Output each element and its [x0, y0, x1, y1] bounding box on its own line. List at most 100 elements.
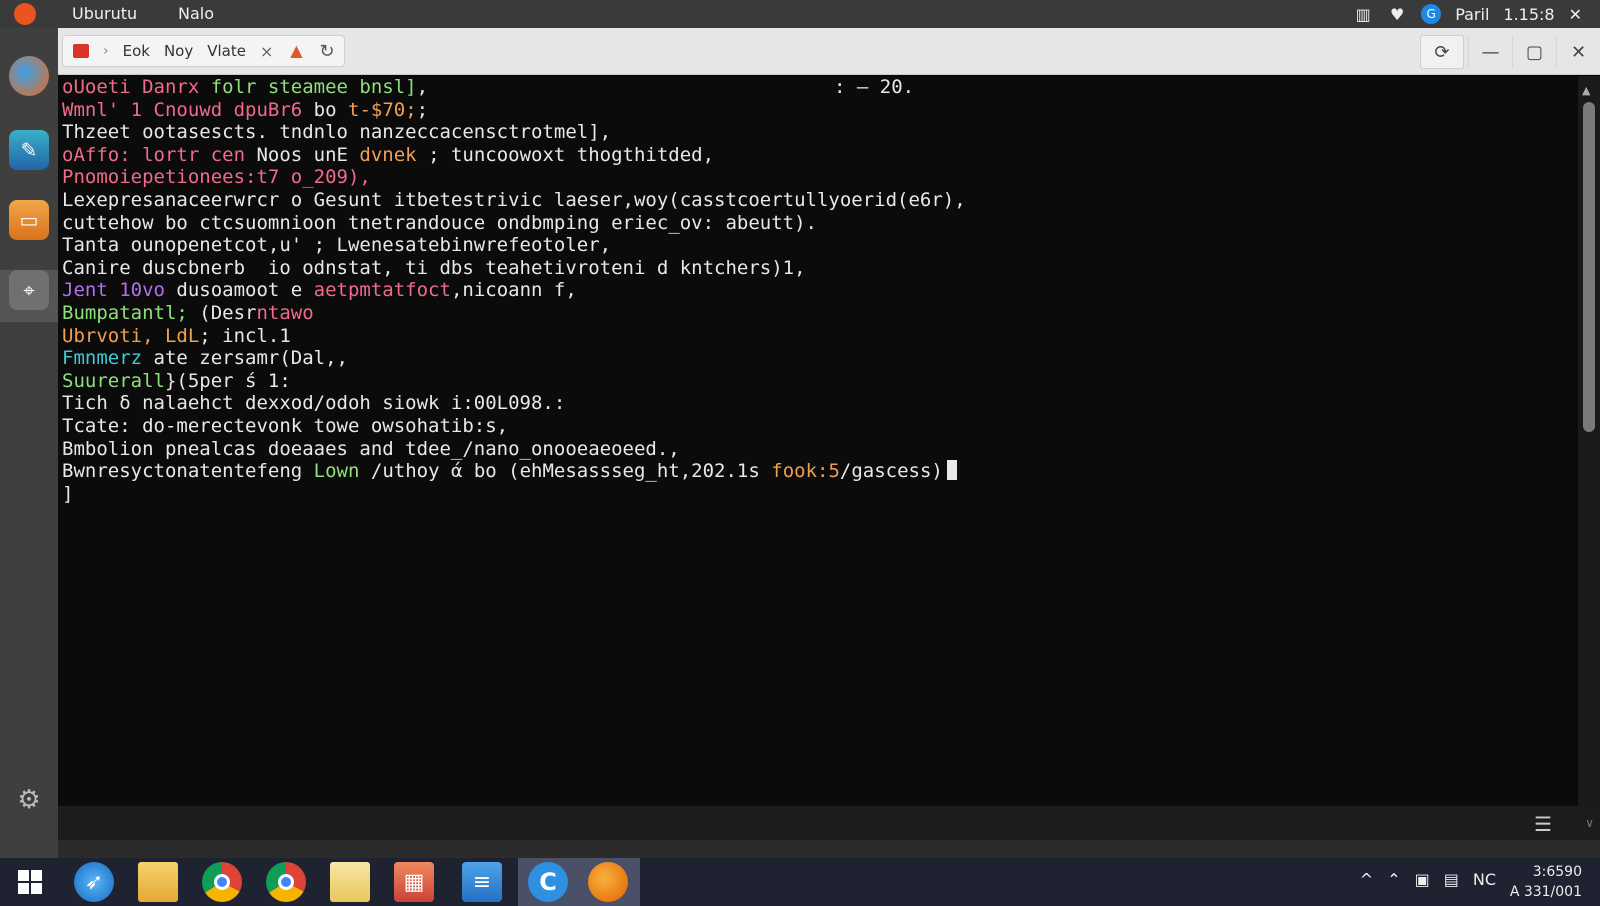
terminal-text-segment: ; [416, 98, 429, 121]
app-menu[interactable]: Uburutu [72, 4, 137, 23]
taskbar-clock[interactable]: 3:6590 A 331/001 [1510, 862, 1582, 902]
terminal-text-segment: Bmbolion pnealcas doeaaes and tdee_/nano… [62, 437, 680, 460]
close-panel-icon[interactable]: ✕ [1569, 5, 1582, 24]
terminal-text-segment: Pnomoiepetionees:t7 o_209), [62, 166, 371, 189]
settings-app-icon[interactable]: ⌖ [9, 270, 49, 310]
terminal-line: oAffo: lortr cen Noos unE dvnek ; tuncoo… [62, 144, 1548, 167]
terminal-window: › Eok Noy Vlate × ▲ ↻ ⟳ — ▢ ✕ oUoeti Dan… [58, 28, 1600, 840]
tab-1[interactable]: Eok [123, 42, 150, 60]
terminal-line: Jent 10vo dusoamoot e aetpmtatfoct,nicoa… [62, 279, 1548, 302]
terminal-text-segment: ate zersamr(Dal,, [153, 347, 348, 370]
terminal-text-segment: Tich δ nalaehct dexxod/odoh siowk i:00L0… [62, 392, 566, 415]
chrome-icon-2[interactable] [266, 862, 306, 902]
terminal-text-segment: dusoamoot e [176, 279, 314, 302]
terminal-line: Canire duscbnerb io odnstat, ti dbs teah… [62, 257, 1548, 280]
terminal-text-segment: Thzeet ootasescts. tndnlo nanzeccacensct… [62, 121, 612, 144]
chevron-right-icon[interactable]: › [103, 43, 109, 59]
terminal-text-segment: Fmnmerz [62, 347, 154, 370]
terminal-line: Ubrvoti, LdL; incl.1 [62, 325, 1548, 348]
firefox-icon[interactable] [9, 56, 49, 96]
folder-icon-2[interactable] [330, 862, 370, 902]
terminal-output[interactable]: oUoeti Danrx folr steamee bnsl], Wmnl' 1 … [58, 76, 1548, 832]
top-panel: Uburutu Nalo ▥ ♥ G Paril 1.15:8 ✕ [0, 0, 1600, 28]
scroll-thumb[interactable] [1583, 102, 1595, 432]
terminal-line: Thzeet ootasescts. tndnlo nanzeccacensct… [62, 121, 1548, 144]
compass-browser-icon[interactable]: ➶ [74, 862, 114, 902]
maximize-button[interactable]: ▢ [1512, 35, 1556, 69]
text-cursor [946, 460, 957, 481]
scrollbar[interactable]: ▲ [1578, 76, 1600, 832]
taskbar: ➶ ▦ ≡ C ^ ⌃ ▣ ▤ NC 3:6590 A 331/001 [0, 858, 1600, 906]
reload-icon[interactable]: ↻ [319, 41, 334, 62]
terminal-line: Suurerall}(5per ś 1: [62, 370, 1548, 393]
terminal-text-segment: oAffo: lortr cen [62, 143, 257, 166]
terminal-line: Tich δ nalaehct dexxod/odoh siowk i:00L0… [62, 392, 1548, 415]
terminal-line: ] [62, 483, 1548, 506]
menu-icon[interactable]: ☰ [1534, 812, 1552, 836]
terminal-text-segment: bo [313, 98, 348, 121]
windows-logo-icon [18, 870, 42, 894]
terminal-text-segment: ; incl.1 [199, 324, 291, 347]
terminal-line: Bmbolion pnealcas doeaaes and tdee_/nano… [62, 438, 1548, 461]
clock[interactable]: 1.15:8 [1503, 5, 1554, 24]
firefox-taskbar-icon[interactable] [588, 862, 628, 902]
files-icon[interactable]: ▭ [9, 200, 49, 240]
terminal-text-segment: /uthoy ά bo (ehMesassseg̲ht,202.1s [370, 460, 772, 483]
terminal-text-segment: , [416, 76, 429, 98]
text-editor-icon[interactable]: ✎ [9, 130, 49, 170]
documents-icon[interactable]: ≡ [462, 862, 502, 902]
terminal-text-segment: cuttehow bo ctcsuomnioon tnetrandouce on… [62, 211, 817, 234]
refresh-button[interactable]: ⟳ [1420, 35, 1464, 69]
scroll-up-icon[interactable]: ▲ [1582, 84, 1590, 97]
window-controls: ⟳ — ▢ ✕ [1420, 35, 1600, 69]
ubuntu-logo-icon[interactable] [14, 3, 36, 25]
terminal-line: cuttehow bo ctcsuomnioon tnetrandouce on… [62, 212, 1548, 235]
volume-icon[interactable]: ▤ [1444, 870, 1459, 889]
terminal-text-segment: (Desr [199, 301, 257, 324]
panel-icon[interactable]: ▥ [1353, 4, 1373, 24]
terminal-text-segment: ] [62, 482, 74, 505]
terminal-line: Tcate: do-merectevonk towe owsohatib:s, [62, 415, 1548, 438]
terminal-text-segment: ,nicoann f, [450, 279, 577, 302]
top-menu-item[interactable]: Nalo [178, 4, 214, 23]
terminal-text-segment: fook:5 [771, 460, 840, 483]
terminal-text-segment: }(5per ś 1: [164, 369, 291, 392]
terminal-line: Lexepresanaceerwrcr o Gesunt itbetestriv… [62, 189, 1548, 212]
taskbar-tray: ^ ⌃ ▣ ▤ NC [1360, 870, 1496, 889]
heart-shield-icon[interactable]: ♥ [1387, 4, 1407, 24]
terminal-text-segment: dvnek [359, 143, 429, 166]
tab-2[interactable]: Noy [164, 42, 193, 60]
terminal-line: Tanta ounopenetcot,u' ; Lwenesatebinwref… [62, 234, 1548, 257]
c-app-icon[interactable]: C [528, 862, 568, 902]
terminal-text-segment: Bumpatantl; [62, 301, 200, 324]
clock-line-2: A 331/001 [1509, 884, 1582, 900]
tab-3[interactable]: Vlate [207, 42, 246, 60]
globe-icon[interactable]: G [1421, 4, 1442, 24]
chevron-up-icon[interactable]: ^ [1360, 870, 1373, 889]
wifi-icon[interactable]: ⌃ [1387, 870, 1400, 889]
terminal-text-segment: Ubrvoti, LdL [62, 324, 200, 347]
window-titlebar: › Eok Noy Vlate × ▲ ↻ ⟳ — ▢ ✕ [58, 28, 1600, 75]
tab-close-icon[interactable]: × [260, 42, 273, 61]
terminal-text-segment: aetpmtatfoct [313, 279, 451, 302]
minimize-button[interactable]: — [1468, 35, 1512, 69]
chrome-icon[interactable] [202, 862, 242, 902]
fox-icon[interactable]: ▲ [287, 42, 305, 60]
tray-label[interactable]: NC [1473, 870, 1496, 889]
start-button[interactable] [10, 862, 50, 902]
chevron-down-icon[interactable]: ∨ [1585, 816, 1594, 830]
apps-grid-icon[interactable]: ▦ [394, 862, 434, 902]
terminal-tab-icon[interactable] [73, 44, 89, 58]
terminal-text-segment: oUoeti Danrx [62, 76, 211, 98]
terminal-text-segment: Bwnresyctonatentefeng [62, 460, 314, 483]
terminal-text-segment: folr steamee bnsl] [210, 76, 417, 98]
clock-line-1: 3:6590 [1532, 864, 1582, 880]
folder-icon[interactable] [138, 862, 178, 902]
close-button[interactable]: ✕ [1556, 35, 1600, 69]
terminal-text-segment: Canire duscbnerb io odnstat, ti dbs teah… [62, 256, 806, 279]
status-text: Paril [1455, 4, 1490, 24]
gear-icon[interactable]: ⚙ [9, 780, 49, 820]
display-icon[interactable]: ▣ [1415, 870, 1430, 889]
window-statusbar: ☰ ∨ [58, 806, 1600, 840]
terminal-text-segment: Noos unE [256, 143, 360, 166]
